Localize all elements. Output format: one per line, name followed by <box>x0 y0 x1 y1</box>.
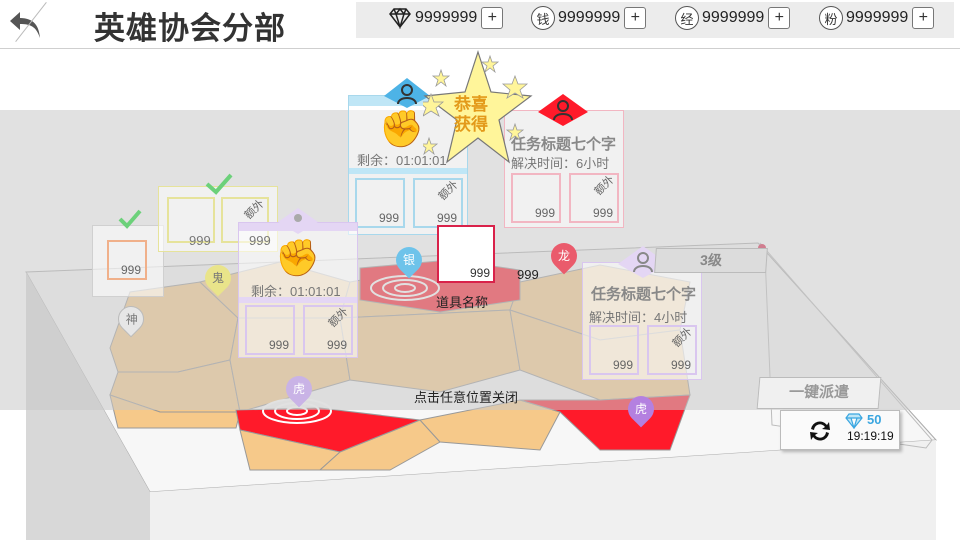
exp-icon: 经 <box>675 6 699 30</box>
page-title: 英雄协会分部 <box>94 11 286 46</box>
back-arrow-icon[interactable] <box>6 6 46 42</box>
reward-side-count: 999 <box>517 267 539 282</box>
exp-plus-button[interactable]: + <box>768 7 791 29</box>
refresh-timer: 19:19:19 <box>847 429 894 443</box>
fist-icon: ✊ <box>275 237 320 278</box>
map-pin-yin[interactable]: 银 <box>390 241 428 279</box>
hero-card-fist-purple[interactable]: 999 ✊ 剩余：01:01:01 999 额外 999 <box>238 222 358 358</box>
exp-value: 9999999 <box>702 9 765 26</box>
congrats-text: 恭喜 获得 <box>454 95 488 134</box>
close-hint[interactable]: 点击任意位置关闭 <box>414 387 518 406</box>
region-level-label: 3级 <box>654 248 768 273</box>
refresh-icon[interactable] <box>807 419 833 443</box>
resource-exp: 经 9999999 + <box>674 5 791 31</box>
top-bar: 英雄协会分部 9999999 + 钱 9999999 + 经 9999999 +… <box>0 0 960 49</box>
map-pin-red[interactable]: 龙 <box>545 237 583 275</box>
fist-icon: ✊ <box>379 108 424 149</box>
dispatch-all-button[interactable]: 一键派遣 <box>756 377 882 409</box>
diamond-icon <box>387 5 413 31</box>
powder-plus-button[interactable]: + <box>912 7 935 29</box>
coin-value: 9999999 <box>558 9 621 26</box>
map-pin-hu-1[interactable]: 虎 <box>280 370 318 408</box>
map-pin-gui[interactable]: 鬼 <box>199 259 237 297</box>
task-avatar-icon <box>538 94 588 126</box>
refresh-cost: 50 <box>867 412 882 427</box>
coin-plus-button[interactable]: + <box>624 7 647 29</box>
resource-diamond: 9999999 + <box>387 5 504 31</box>
diamond-icon <box>845 413 863 429</box>
powder-value: 9999999 <box>846 9 909 26</box>
checkmark-icon <box>118 209 142 229</box>
hero-avatar-icon <box>278 208 318 234</box>
task-card-complete-gray[interactable]: 999 <box>92 225 164 297</box>
diamond-plus-button[interactable]: + <box>481 7 504 29</box>
map-pin-hu-2[interactable]: 虎 <box>622 390 660 428</box>
coin-icon: 钱 <box>531 6 555 30</box>
checkmark-icon <box>205 173 233 195</box>
reward-item-slot[interactable]: 999 <box>437 225 495 283</box>
task-card-purple[interactable]: 任务标题七个字 解决时间：4小时 999 额外 999 <box>582 262 702 380</box>
diamond-value: 9999999 <box>415 9 478 26</box>
refresh-panel[interactable]: 50 19:19:19 <box>780 410 900 450</box>
resource-powder: 粉 9999999 + <box>818 5 935 31</box>
powder-icon: 粉 <box>819 6 843 30</box>
reward-item-name: 道具名称 <box>436 295 489 310</box>
resource-coin: 钱 9999999 + <box>530 5 647 31</box>
